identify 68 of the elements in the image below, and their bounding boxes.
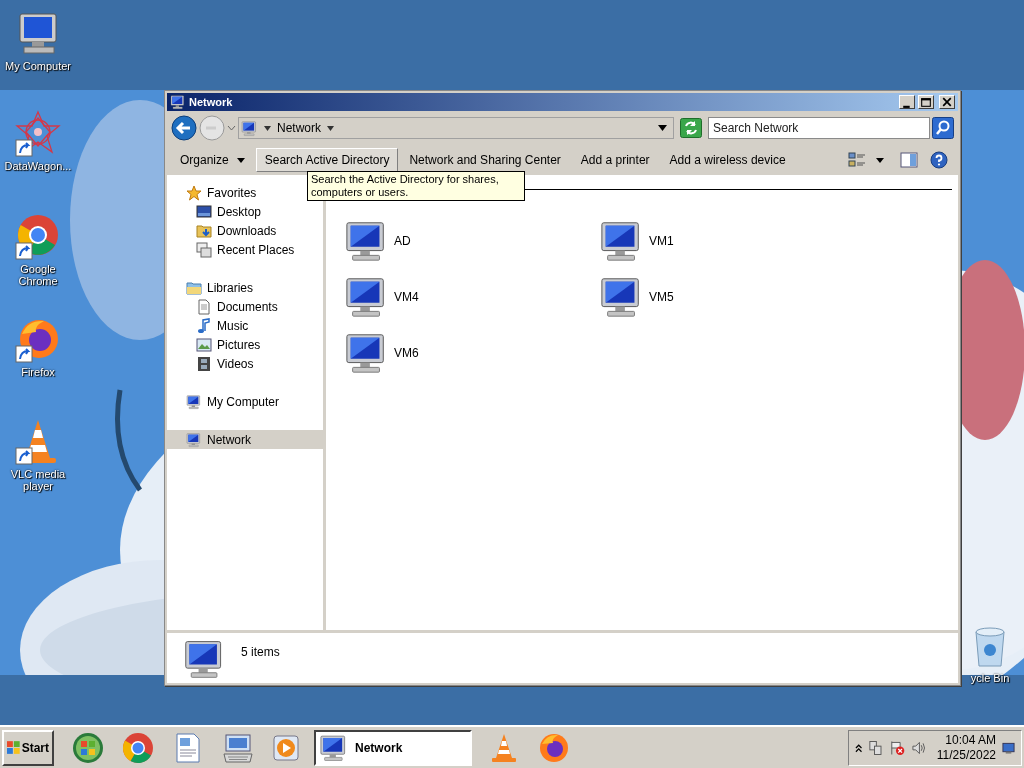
clock-date[interactable]: 11/25/2022: [936, 747, 996, 763]
preview-pane-icon[interactable]: [900, 152, 918, 168]
window-title: Network: [189, 94, 234, 110]
windows-orb-icon[interactable]: [72, 731, 104, 764]
nav-item[interactable]: Downloads: [167, 221, 281, 240]
document-icon: [196, 298, 212, 315]
flag-error-icon[interactable]: [889, 739, 906, 756]
caret-icon[interactable]: [264, 125, 271, 131]
refresh-button[interactable]: [680, 118, 702, 138]
monitor-icon: [196, 203, 212, 220]
star-icon: [186, 184, 202, 201]
toolbar-button[interactable]: Add a wireless device: [660, 148, 795, 172]
network-computer[interactable]: VM6: [344, 330, 599, 376]
search-button[interactable]: [932, 117, 954, 139]
browser-icon[interactable]: [538, 731, 570, 764]
taskbar-button[interactable]: Network: [314, 729, 472, 766]
caret-icon[interactable]: [327, 125, 334, 131]
film-icon: [196, 355, 212, 372]
nav-item[interactable]: Desktop: [167, 202, 266, 221]
speaker-icon[interactable]: [911, 739, 927, 756]
folder-icon: [186, 279, 202, 296]
start-button[interactable]: Start: [2, 729, 54, 766]
nav-item[interactable]: Favorites: [167, 183, 261, 202]
star-pattern-icon[interactable]: [14, 110, 62, 158]
network-status-icon[interactable]: [868, 739, 884, 756]
help-icon[interactable]: [930, 151, 948, 169]
toolbar-button[interactable]: Add a printer: [571, 148, 659, 172]
back-button[interactable]: [171, 115, 197, 141]
nav-item[interactable]: Videos: [167, 354, 258, 373]
icon-label[interactable]: My Computer: [5, 60, 71, 72]
toolbar-button[interactable]: Search Active Directory: [255, 148, 399, 172]
breadcrumb[interactable]: Network: [277, 119, 321, 137]
network-computer[interactable]: VM4: [344, 274, 599, 320]
tooltip: Search the Active Directory for shares, computers or users.: [307, 171, 525, 201]
toolbar-button[interactable]: Organize: [171, 148, 254, 172]
icon-label[interactable]: ycle Bin: [970, 672, 1010, 684]
caret-icon[interactable]: [876, 157, 884, 163]
computer-icon: [186, 393, 202, 410]
folder-icon: [196, 222, 212, 239]
network-computer[interactable]: VM5: [599, 274, 854, 320]
nav-item[interactable]: Network: [167, 430, 323, 449]
windows-logo-icon: [7, 740, 21, 755]
nav-item[interactable]: Music: [167, 316, 253, 335]
address-field[interactable]: Network: [238, 117, 674, 139]
minimize-button[interactable]: [899, 95, 915, 109]
nav-item[interactable]: Pictures: [167, 335, 265, 354]
nav-item[interactable]: Libraries: [167, 278, 258, 297]
keyboard-icon[interactable]: [222, 731, 254, 764]
toolbar-button[interactable]: Network and Sharing Center: [400, 148, 570, 172]
network-computer[interactable]: AD: [344, 218, 599, 264]
view-options-icon[interactable]: [848, 152, 866, 168]
image-icon: [196, 336, 212, 353]
window-stack-icon: [196, 241, 212, 258]
browser-icon[interactable]: [122, 731, 154, 764]
music-note-icon: [196, 317, 212, 334]
nav-item[interactable]: Recent Places: [167, 240, 299, 259]
maximize-button[interactable]: [918, 95, 934, 109]
chevron-up-icon[interactable]: [855, 742, 863, 753]
show-desktop-icon[interactable]: [1002, 740, 1015, 755]
clock-time[interactable]: 10:04 AM: [945, 732, 996, 748]
dropdown-icon[interactable]: [658, 125, 667, 131]
nav-item[interactable]: Documents: [167, 297, 282, 316]
search-field[interactable]: Search Network: [708, 117, 930, 139]
network-computer[interactable]: VM1: [599, 218, 854, 264]
nav-item[interactable]: My Computer: [167, 392, 284, 411]
item-count: 5 items: [241, 644, 280, 661]
close-button[interactable]: [939, 95, 955, 109]
caret-icon[interactable]: [236, 157, 245, 163]
